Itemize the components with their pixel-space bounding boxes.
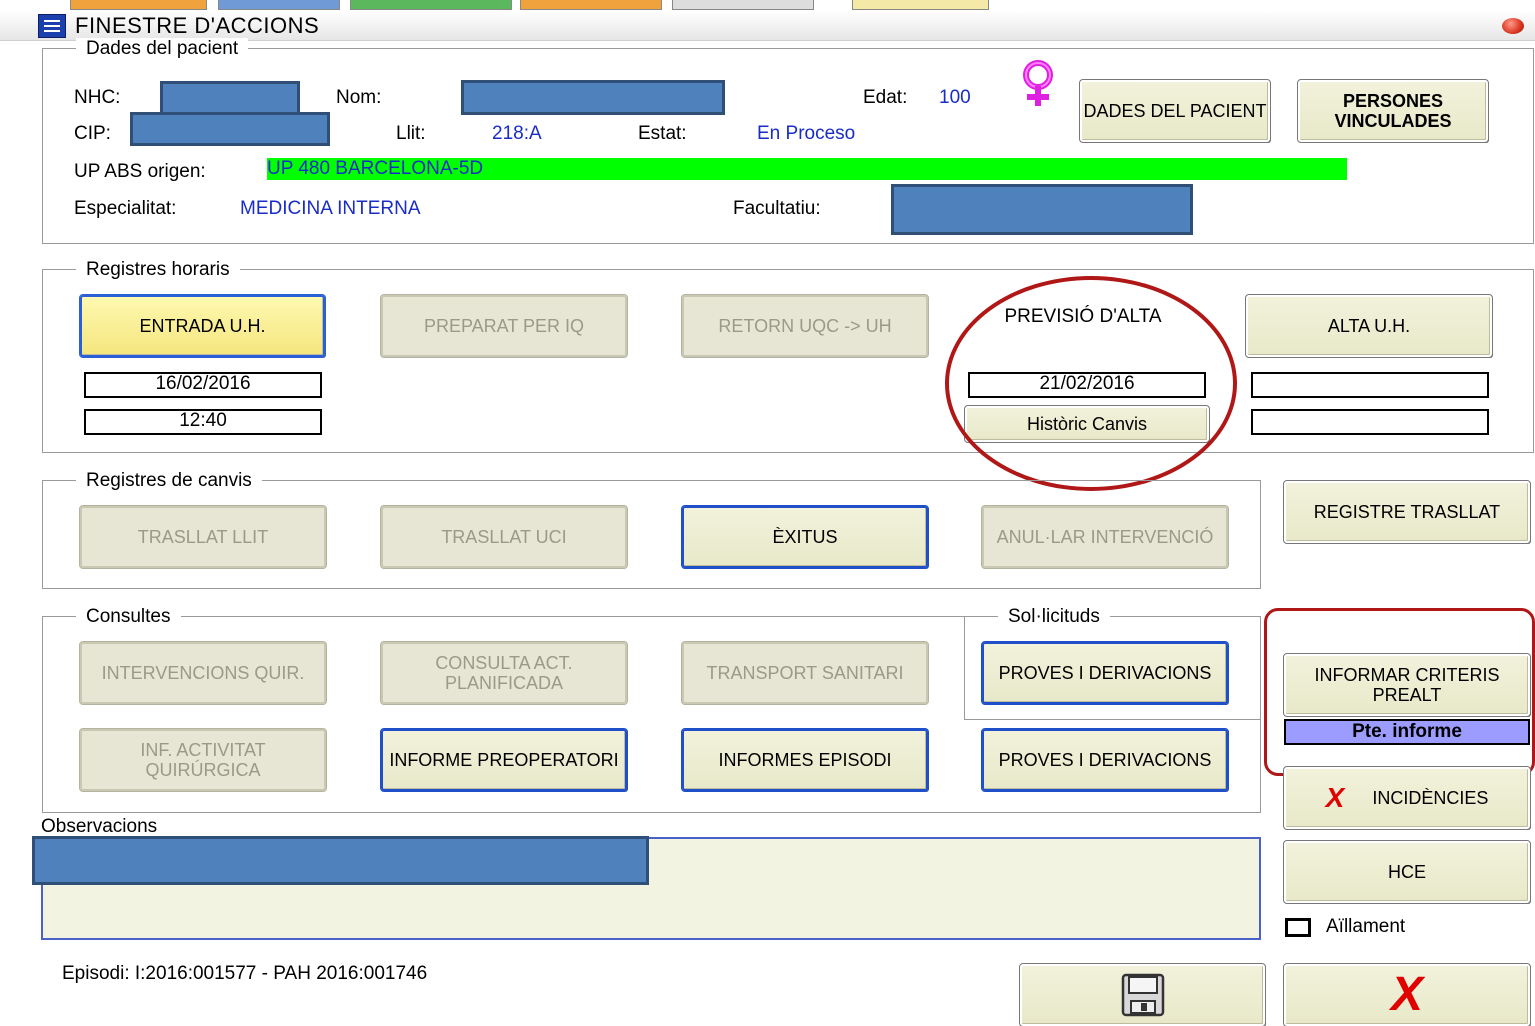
- consulta-act-planificada-button[interactable]: CONSULTA ACT. PLANIFICADA: [380, 641, 628, 705]
- cancel-x-icon: X: [1390, 968, 1423, 1021]
- preparat-per-iq-button[interactable]: PREPARAT PER IQ: [380, 294, 628, 358]
- aillament-label: Aïllament: [1326, 916, 1406, 937]
- close-icon[interactable]: [1502, 18, 1524, 34]
- episodi-info: Episodi: I:2016:001577 - PAH 2016:001746: [62, 963, 428, 984]
- floppy-disk-icon: [1121, 973, 1164, 1017]
- window-title: FINESTRE D'ACCIONS: [75, 13, 320, 38]
- save-button[interactable]: [1019, 963, 1266, 1026]
- exitus-button[interactable]: ÈXITUS: [681, 505, 929, 569]
- estat-label: Estat:: [638, 123, 687, 144]
- sollicituds-legend: Sol·licituds: [998, 606, 1110, 628]
- cip-label: CIP:: [74, 123, 111, 144]
- persones-vinculades-button[interactable]: PERSONES VINCULADES: [1297, 79, 1489, 143]
- entrada-time-field[interactable]: 12:40: [84, 409, 322, 435]
- trasllat-uci-button[interactable]: TRASLLAT UCI: [380, 505, 628, 569]
- cancel-button[interactable]: X: [1283, 963, 1531, 1026]
- nhc-redacted: [160, 81, 300, 115]
- incidencies-label: INCIDÈNCIES: [1372, 788, 1489, 808]
- intervencions-quir-button[interactable]: INTERVENCIONS QUIR.: [79, 641, 327, 705]
- background-tab: [350, 0, 512, 10]
- nom-redacted: [461, 80, 725, 115]
- nhc-label: NHC:: [74, 87, 121, 108]
- facultatiu-label: Facultatiu:: [733, 198, 821, 219]
- background-tab: [520, 0, 662, 10]
- proves-derivacions-button[interactable]: PROVES I DERIVACIONS: [981, 641, 1229, 705]
- background-tab: [70, 0, 207, 10]
- dades-del-pacient-button[interactable]: DADES DEL PACIENT: [1079, 79, 1271, 143]
- proves-derivacions-button-2[interactable]: PROVES I DERIVACIONS: [981, 728, 1229, 792]
- entrada-date-field[interactable]: 16/02/2016: [84, 372, 322, 398]
- alta-uh-button[interactable]: ALTA U.H.: [1245, 294, 1493, 358]
- up-abs-origen-label: UP ABS origen:: [74, 161, 206, 182]
- informes-episodi-button[interactable]: INFORMES EPISODI: [681, 728, 929, 792]
- llit-label: Llit:: [396, 123, 426, 144]
- alta-time-field[interactable]: [1251, 409, 1489, 435]
- transport-sanitari-button[interactable]: TRANSPORT SANITARI: [681, 641, 929, 705]
- edat-value: 100: [939, 87, 971, 108]
- observacions-label: Observacions: [41, 816, 158, 837]
- incidencies-button[interactable]: X INCIDÈNCIES: [1283, 766, 1531, 830]
- estat-value: En Proceso: [757, 123, 856, 144]
- background-tab: [852, 0, 989, 10]
- registres-horaris-legend: Registres horaris: [76, 259, 240, 281]
- edat-label: Edat:: [863, 87, 908, 108]
- patient-data-legend: Dades del pacient: [76, 38, 249, 60]
- background-tab: [672, 0, 814, 10]
- aillament-checkbox[interactable]: [1285, 918, 1311, 937]
- background-tab: [218, 0, 340, 10]
- consultes-legend: Consultes: [76, 606, 181, 628]
- informe-preoperatori-button[interactable]: INFORME PREOPERATORI: [380, 728, 628, 792]
- facultatiu-redacted: [891, 184, 1193, 235]
- inf-activitat-quirurgica-button[interactable]: INF. ACTIVITAT QUIRÚRGICA: [79, 728, 327, 792]
- especialitat-value: MEDICINA INTERNA: [240, 198, 421, 219]
- anular-intervencio-button[interactable]: ANUL·LAR INTERVENCIÓ: [981, 505, 1229, 569]
- hce-button[interactable]: HCE: [1283, 840, 1531, 904]
- registre-trasllat-button[interactable]: REGISTRE TRASLLAT: [1283, 480, 1531, 544]
- llit-value: 218:A: [492, 123, 542, 144]
- entrada-uh-button[interactable]: ENTRADA U.H.: [79, 294, 326, 358]
- alta-date-field[interactable]: [1251, 372, 1489, 398]
- observacions-redacted: [32, 836, 649, 885]
- trasllat-llit-button[interactable]: TRASLLAT LLIT: [79, 505, 327, 569]
- annotation-circle: [945, 276, 1237, 491]
- app-icon: [38, 14, 66, 38]
- female-gender-icon: [1023, 60, 1053, 106]
- retorn-uqc-uh-button[interactable]: RETORN UQC -> UH: [681, 294, 929, 358]
- especialitat-label: Especialitat:: [74, 198, 177, 219]
- cip-redacted: [130, 112, 330, 146]
- registres-canvis-legend: Registres de canvis: [76, 470, 262, 492]
- incidencies-x-icon: X: [1325, 782, 1345, 813]
- nom-label: Nom:: [336, 87, 382, 108]
- up-abs-origen-value: UP 480 BARCELONA-5D: [267, 158, 484, 179]
- up-abs-origen-highlight: UP 480 BARCELONA-5D: [267, 158, 1347, 180]
- annotation-rect: [1264, 608, 1535, 776]
